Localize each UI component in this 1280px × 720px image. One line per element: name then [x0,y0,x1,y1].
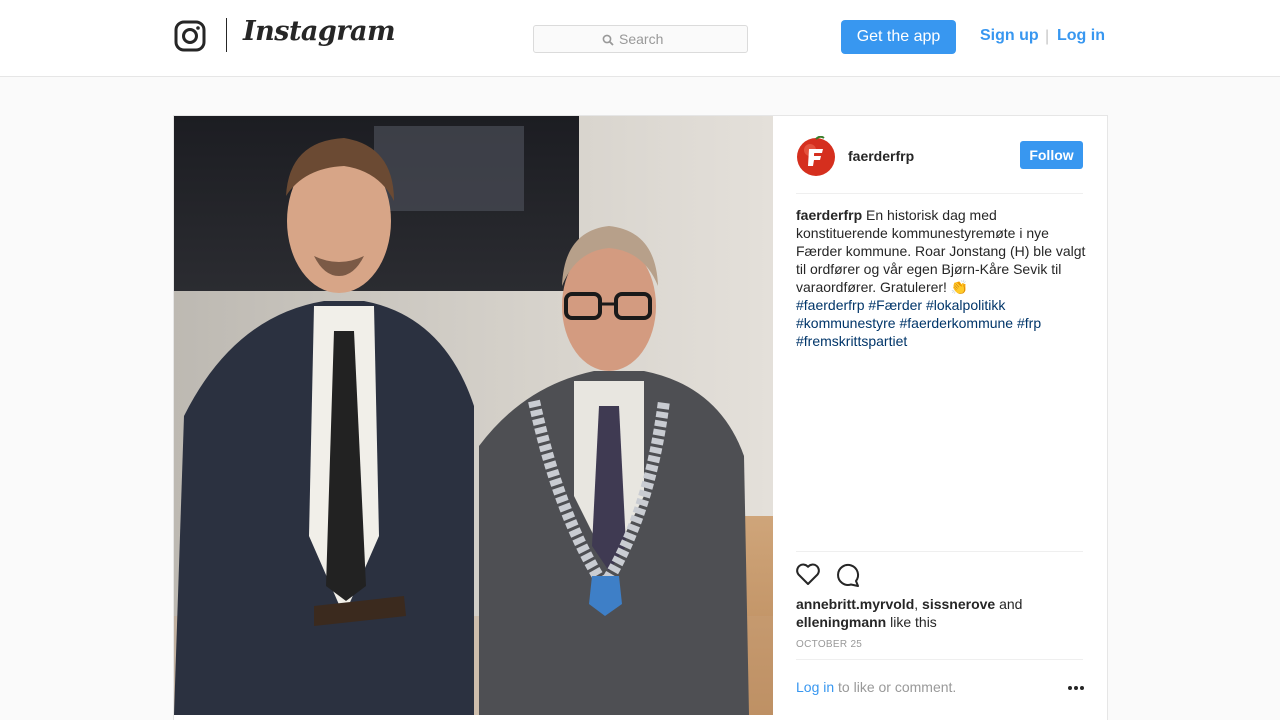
post-caption: faerderfrp En historisk dag med konstitu… [796,206,1088,350]
likes-summary: annebritt.myrvold, sissnerove and elleni… [796,595,1086,631]
caption-username[interactable]: faerderfrp [796,207,862,223]
actions-divider [796,551,1083,552]
hashtag[interactable]: #faerderfrp [796,297,864,313]
follow-button[interactable]: Follow [1020,141,1083,169]
liker-username[interactable]: elleningmann [796,614,886,630]
liker-username[interactable]: sissnerove [922,596,995,612]
post-sidebar: faerderfrp Follow faerderfrp En historis… [773,116,1108,720]
likes-comma: , [914,596,923,612]
header-divider [796,193,1083,194]
hashtag[interactable]: #kommunestyre [796,315,896,331]
sign-up-link[interactable]: Sign up [980,27,1039,45]
search-box[interactable] [533,25,748,53]
more-options-icon[interactable] [1066,679,1086,695]
likes-suffix: like this [886,614,937,630]
footer-divider [796,659,1083,660]
post-card: faerderfrp Follow faerderfrp En historis… [173,115,1108,720]
comment-icon[interactable] [835,562,861,588]
logo-divider [226,18,227,52]
login-prompt-text: to like or comment. [834,679,957,695]
hashtag[interactable]: #lokalpolitikk [926,297,1005,313]
instagram-glyph-icon[interactable] [174,20,206,52]
log-in-link[interactable]: Log in [1057,27,1105,45]
login-to-like-link[interactable]: Log in [796,679,834,695]
heart-icon[interactable] [795,562,821,586]
top-nav: Instagram Get the app Sign up | Log in [0,0,1280,77]
search-input[interactable] [619,31,679,47]
liker-username[interactable]: annebritt.myrvold [796,596,914,612]
login-prompt: Log in to like or comment. [796,679,956,695]
likes-and: and [995,596,1023,612]
get-the-app-button[interactable]: Get the app [841,20,956,54]
hashtag[interactable]: #frp [1017,315,1041,331]
profile-avatar[interactable] [796,136,836,176]
hashtag[interactable]: #fremskrittspartiet [796,333,907,349]
post-photo-illustration [174,116,773,715]
post-username[interactable]: faerderfrp [848,148,914,164]
search-icon [602,34,614,46]
post-photo[interactable] [174,116,773,715]
hashtag[interactable]: #Færder [868,297,922,313]
post-date[interactable]: OCTOBER 25 [796,639,862,650]
instagram-wordmark[interactable]: Instagram [243,16,396,47]
hashtag[interactable]: #faerderkommune [899,315,1013,331]
nav-separator: | [1045,28,1050,45]
